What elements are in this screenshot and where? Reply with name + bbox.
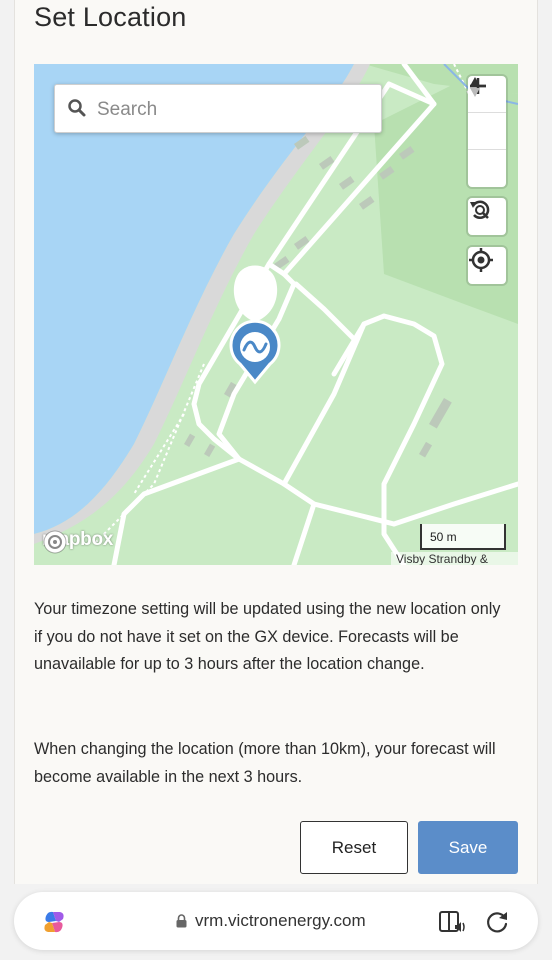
map-canvas[interactable] — [34, 64, 518, 565]
page-title: Set Location — [34, 2, 187, 32]
reader-view-icon[interactable] — [438, 909, 466, 935]
map-search-input[interactable] — [95, 93, 379, 127]
forecast-info-text: When changing the location (more than 10… — [34, 740, 496, 786]
geolocate-button[interactable] — [468, 247, 506, 284]
refresh-icon[interactable] — [484, 909, 510, 935]
compass-icon — [470, 77, 480, 97]
geolocate-control — [468, 247, 506, 284]
map-attribution[interactable]: Visby Strandby & — [391, 552, 518, 565]
search-icon — [68, 99, 86, 117]
lock-icon — [176, 914, 187, 928]
copilot-icon[interactable] — [40, 908, 68, 936]
reset-bearing-control — [468, 198, 506, 235]
map-view[interactable]: mapbox 50 m Visby Strandby & — [34, 64, 518, 565]
refresh-location-button[interactable] — [468, 198, 506, 235]
map-search-box[interactable] — [54, 84, 382, 133]
browser-address-bar[interactable]: vrm.victronenergy.com — [14, 892, 538, 950]
url-text: vrm.victronenergy.com — [195, 911, 366, 930]
map-navigation-controls — [468, 76, 506, 187]
timezone-info-text: Your timezone setting will be updated us… — [34, 600, 501, 673]
refresh-search-icon — [470, 200, 490, 220]
crosshair-icon — [469, 248, 493, 272]
mapbox-icon — [43, 530, 67, 554]
compass-button[interactable] — [468, 77, 506, 187]
mapbox-logo[interactable]: mapbox — [42, 529, 113, 554]
reset-button[interactable]: Reset — [300, 821, 408, 874]
url-display[interactable]: vrm.victronenergy.com — [176, 911, 366, 931]
map-scale: 50 m — [420, 524, 506, 550]
zoom-out-button[interactable] — [468, 84, 506, 150]
save-button[interactable]: Save — [418, 821, 518, 874]
